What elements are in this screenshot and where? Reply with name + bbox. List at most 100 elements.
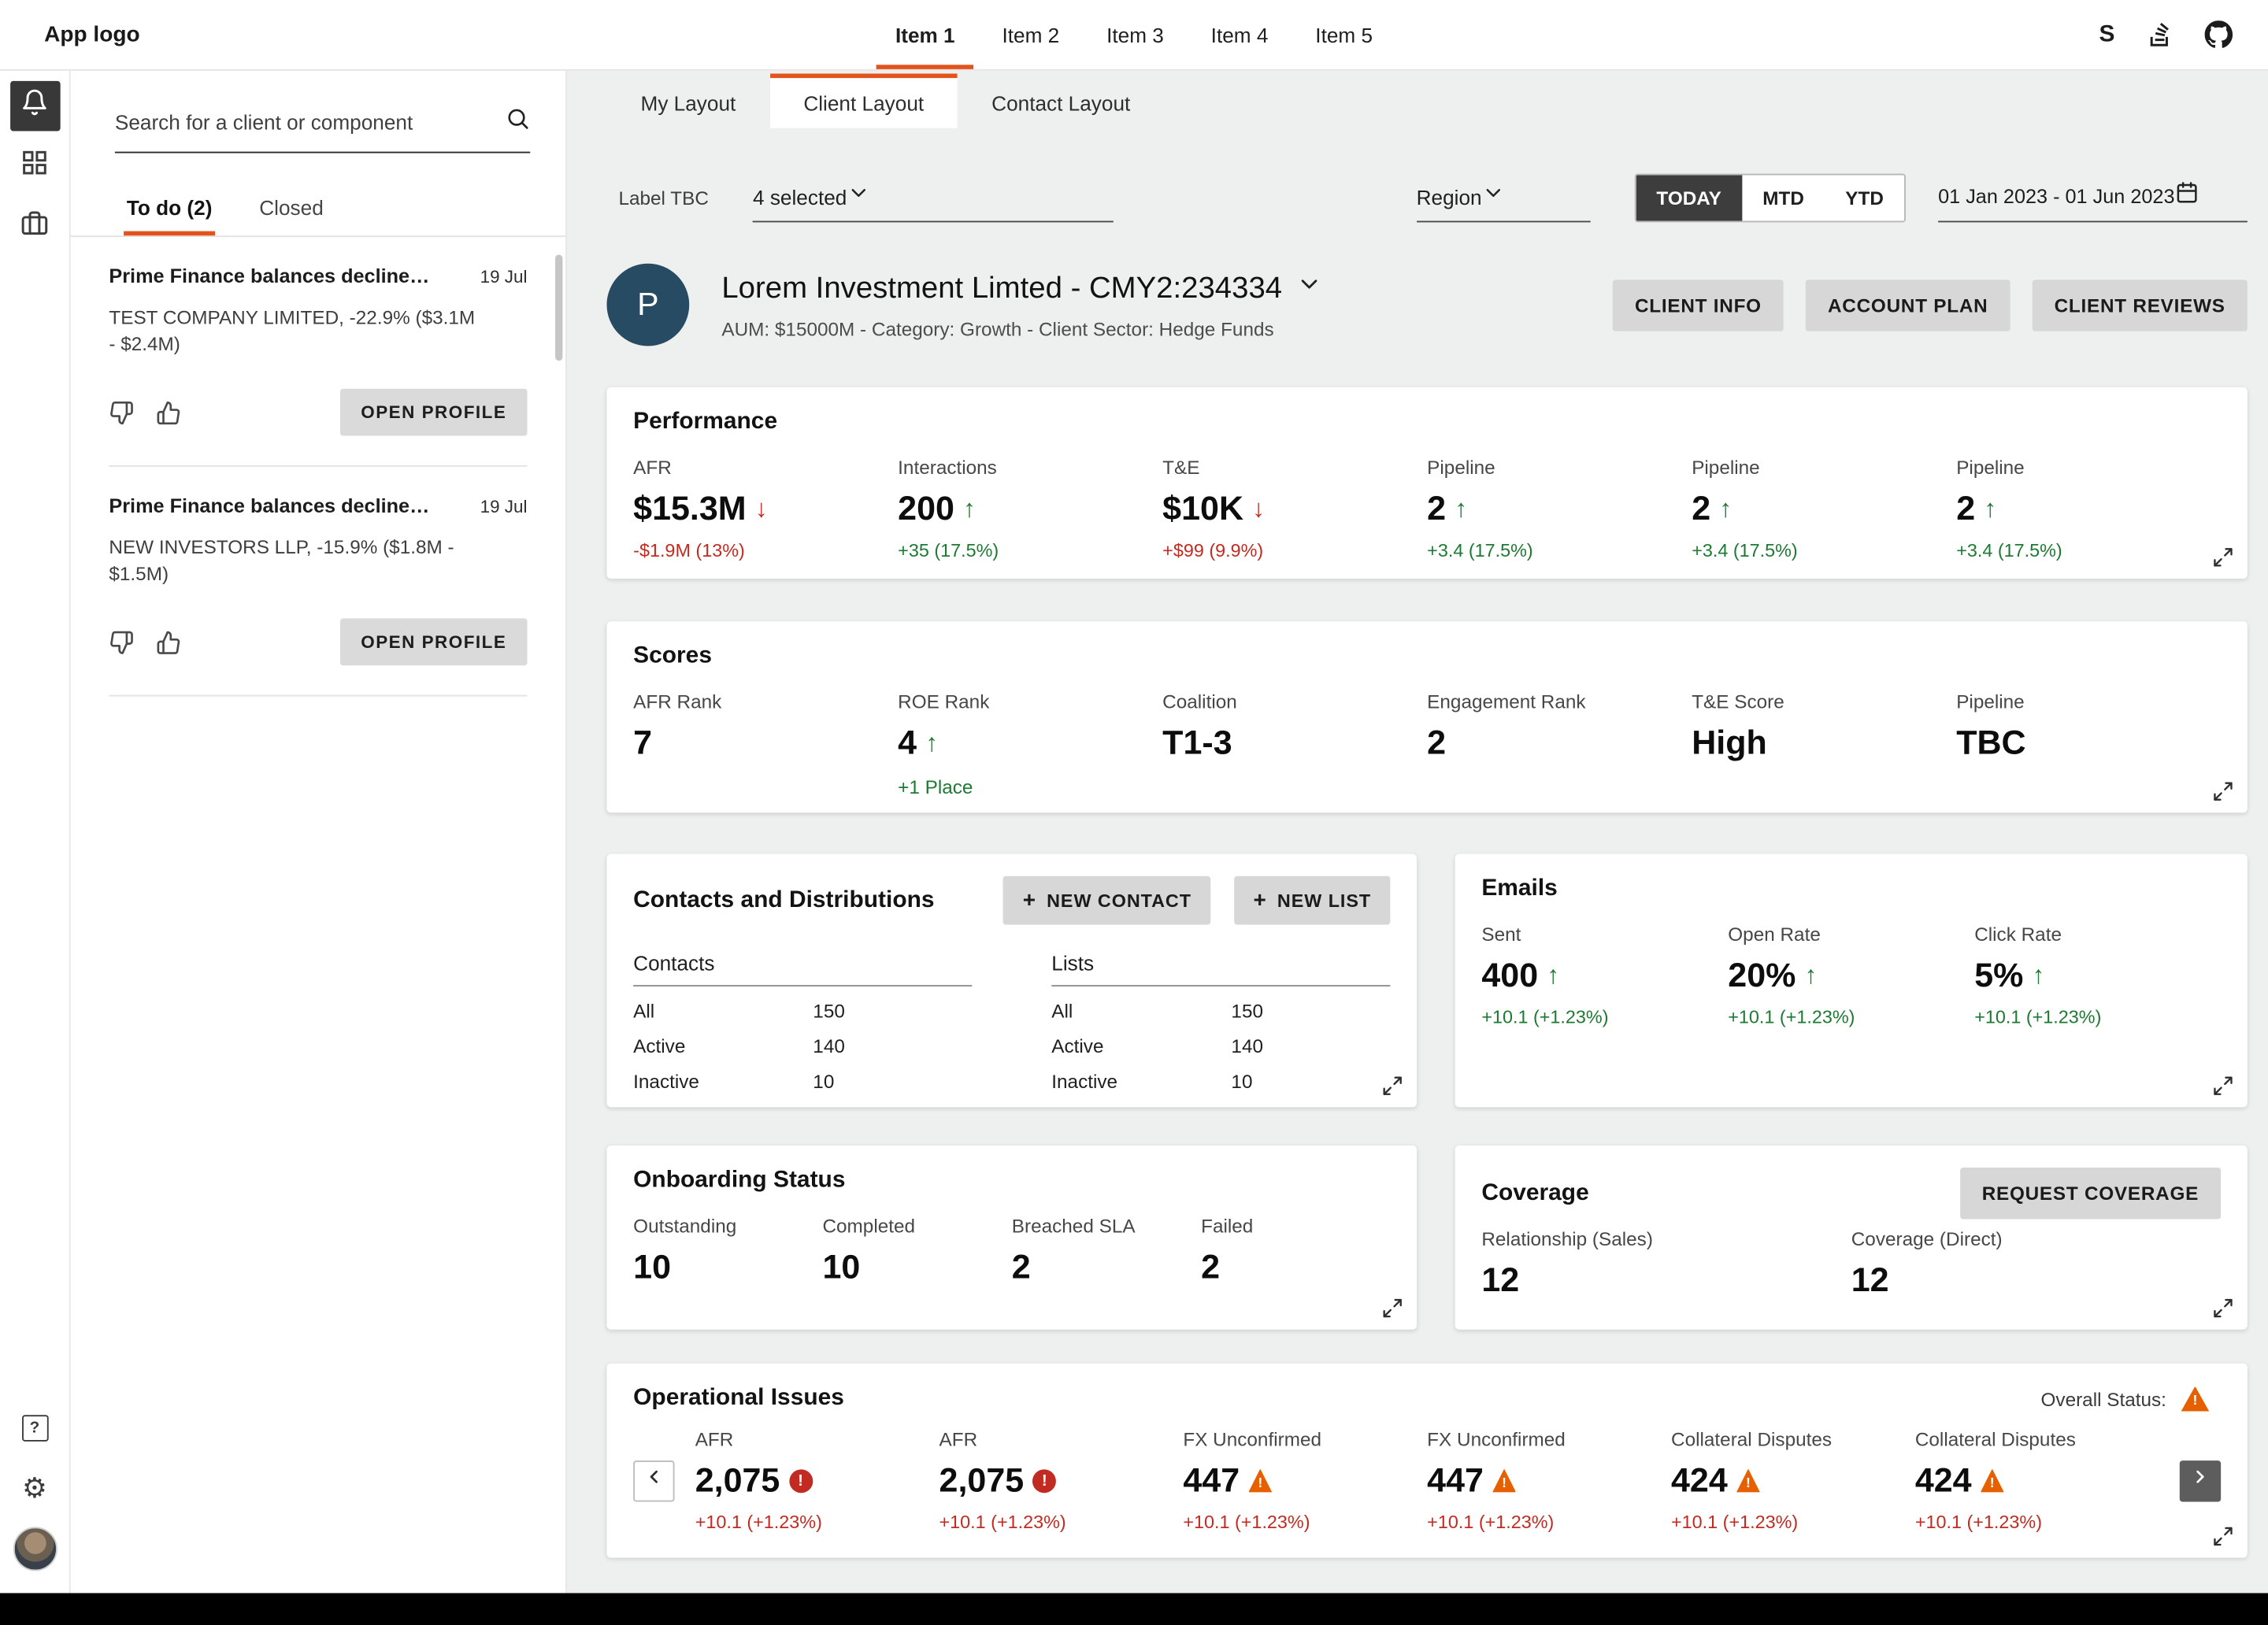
tab-todo[interactable]: To do (2)	[124, 183, 215, 235]
metric-coalition: Coalition T1-3	[1162, 690, 1427, 798]
status-badge-icon	[1981, 1468, 2004, 1492]
thumbs-down-icon[interactable]	[109, 630, 134, 655]
thumbs-down-icon[interactable]	[109, 400, 134, 425]
client-info-button[interactable]: CLIENT INFO	[1613, 279, 1784, 330]
notifications-rail-button[interactable]	[9, 81, 60, 131]
expand-icon[interactable]	[1381, 1075, 1403, 1097]
new-contact-button[interactable]: +NEW CONTACT	[1003, 876, 1210, 925]
thumbs-up-icon[interactable]	[156, 400, 181, 425]
tab-client-layout[interactable]: Client Layout	[769, 74, 958, 128]
sidebar-search	[115, 106, 530, 154]
metric-value: 7	[633, 723, 898, 762]
tab-contact-layout[interactable]: Contact Layout	[958, 74, 1164, 128]
carousel-prev-button[interactable]	[633, 1460, 674, 1501]
overall-status-label: Overall Status:	[2041, 1388, 2166, 1410]
new-list-button[interactable]: +NEW LIST	[1234, 876, 1390, 925]
emails-card: Emails Sent 400↑ +10.1 (+1.23%) Open Rat…	[1455, 854, 2248, 1108]
expand-icon[interactable]	[2212, 546, 2234, 568]
expand-icon[interactable]	[2212, 1525, 2234, 1547]
client-info-block: Lorem Investment Limted - CMY2:234334 AU…	[721, 270, 1321, 339]
row-contacts-emails: Contacts and Distributions +NEW CONTACT …	[606, 854, 2247, 1108]
trend-arrow-icon: ↑	[1547, 961, 1559, 990]
period-mtd[interactable]: MTD	[1742, 175, 1825, 220]
emails-metrics: Sent 400↑ +10.1 (+1.23%) Open Rate 20%↑ …	[1481, 924, 2221, 1028]
client-subtitle: AUM: $15000M - Category: Growth - Client…	[721, 317, 1321, 339]
chevron-right-icon	[2190, 1467, 2211, 1495]
plus-icon: +	[1254, 890, 1267, 912]
metric-label: T&E	[1162, 457, 1427, 479]
metric-value: 20%↑	[1728, 956, 1974, 995]
metric-delta: +3.4 (17.5%)	[1427, 540, 1692, 561]
region-select[interactable]: Region	[1417, 172, 1591, 223]
contacts-buttons: +NEW CONTACT +NEW LIST	[1003, 876, 1390, 925]
user-avatar-button[interactable]	[9, 1524, 60, 1575]
trend-arrow-icon: ↑	[1984, 494, 1996, 523]
todo-actions: OPEN PROFILE	[109, 619, 527, 666]
calendar-icon	[2175, 181, 2199, 212]
client-reviews-button[interactable]: CLIENT REVIEWS	[2033, 279, 2248, 330]
tab-my-layout[interactable]: My Layout	[606, 74, 769, 128]
client-header: P Lorem Investment Limted - CMY2:234334 …	[606, 264, 2247, 346]
search-icon[interactable]	[505, 106, 530, 139]
onboarding-card: Onboarding Status Outstanding 10 Complet…	[606, 1146, 1417, 1330]
expand-icon[interactable]	[1381, 1297, 1403, 1320]
multiselect-value: 4 selected	[753, 185, 847, 209]
help-rail-button[interactable]: ?	[9, 1403, 60, 1453]
row-onboarding-coverage: Onboarding Status Outstanding 10 Complet…	[606, 1146, 2247, 1330]
metric-delta: +3.4 (17.5%)	[1692, 540, 1956, 561]
chevron-down-icon	[847, 181, 870, 212]
status-badge-icon	[1492, 1468, 1516, 1492]
metric-value: 12	[1851, 1260, 2221, 1300]
metric-delta: +10.1 (+1.23%)	[1671, 1512, 1915, 1533]
carousel-next-button[interactable]	[2180, 1460, 2221, 1501]
nav-item-1[interactable]: Item 1	[876, 0, 974, 69]
metric-delta: +10.1 (+1.23%)	[1728, 1007, 1974, 1027]
label-multiselect[interactable]: 4 selected	[753, 172, 1114, 223]
expand-icon[interactable]	[2212, 1297, 2234, 1320]
metric-label: Outstanding	[633, 1215, 822, 1237]
scores-metrics: AFR Rank 7 ROE Rank 4↑ +1 Place Coalitio…	[633, 690, 2221, 798]
date-range-picker[interactable]: 01 Jan 2023 - 01 Jun 2023	[1938, 172, 2248, 223]
metric-label: Coverage (Direct)	[1851, 1228, 2221, 1250]
app-logo: App logo	[44, 22, 140, 47]
trend-arrow-icon: ↓	[1252, 494, 1265, 523]
github-icon[interactable]	[2205, 20, 2233, 49]
settings-rail-button[interactable]: ⚙	[9, 1464, 60, 1514]
todo-date: 19 Jul	[480, 496, 528, 516]
expand-icon[interactable]	[2212, 1075, 2234, 1097]
portfolio-rail-button[interactable]	[9, 202, 60, 252]
contacts-columns: Contacts All150 Active140 Inactive10 Lis…	[633, 951, 1390, 1093]
tab-closed[interactable]: Closed	[257, 183, 327, 235]
metric-subtext: +1 Place	[898, 776, 1162, 798]
metric-pipeline-1: Pipeline 2↑ +3.4 (17.5%)	[1427, 457, 1692, 561]
performance-card: Performance AFR $15.3M↓ -$1.9M (13%) Int…	[606, 387, 2247, 579]
period-ytd[interactable]: YTD	[1825, 175, 1904, 220]
request-coverage-button[interactable]: REQUEST COVERAGE	[1960, 1168, 2222, 1219]
status-badge-icon	[1736, 1468, 1760, 1492]
sidebar: To do (2) Closed Prime Finance balances …	[71, 71, 567, 1594]
nav-item-4[interactable]: Item 4	[1191, 0, 1287, 69]
metric-value: $15.3M↓	[633, 489, 898, 528]
apps-rail-button[interactable]	[9, 142, 60, 192]
nav-item-3[interactable]: Item 3	[1088, 0, 1183, 69]
open-profile-button[interactable]: OPEN PROFILE	[340, 619, 527, 666]
client-name-row: Lorem Investment Limted - CMY2:234334	[721, 270, 1321, 305]
metric-pipeline-3: Pipeline 2↑ +3.4 (17.5%)	[1956, 457, 2221, 561]
region-value: Region	[1417, 185, 1482, 209]
search-input[interactable]	[115, 110, 506, 134]
nav-item-5[interactable]: Item 5	[1296, 0, 1392, 69]
thumbs-up-icon[interactable]	[156, 630, 181, 655]
chevron-down-icon[interactable]	[1295, 270, 1322, 305]
period-today[interactable]: TODAY	[1636, 175, 1742, 220]
account-plan-button[interactable]: ACCOUNT PLAN	[1806, 279, 2010, 330]
open-profile-button[interactable]: OPEN PROFILE	[340, 389, 527, 436]
nav-item-2[interactable]: Item 2	[983, 0, 1078, 69]
metric-click-rate: Click Rate 5%↑ +10.1 (+1.23%)	[1974, 924, 2221, 1028]
sidebar-scrollbar[interactable]	[555, 255, 562, 361]
s-logo-icon[interactable]: S	[2099, 21, 2115, 48]
metric-value: 4↑	[898, 723, 1162, 762]
client-name: Lorem Investment Limted - CMY2:234334	[721, 270, 1282, 305]
metric-open-rate: Open Rate 20%↑ +10.1 (+1.23%)	[1728, 924, 1974, 1028]
expand-icon[interactable]	[2212, 780, 2234, 802]
stackoverflow-icon[interactable]	[2146, 20, 2174, 49]
